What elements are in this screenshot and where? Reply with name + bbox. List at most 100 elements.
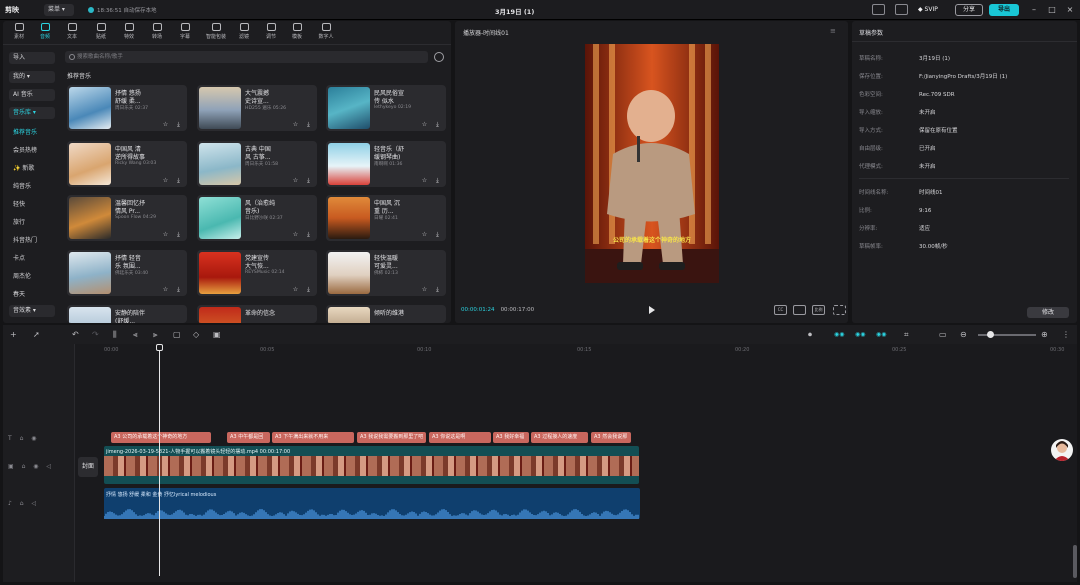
download-icon[interactable]: ⤓: [305, 231, 312, 238]
favorite-icon[interactable]: ☆: [292, 231, 299, 238]
download-icon[interactable]: ⤓: [434, 177, 441, 184]
shortcut-icon[interactable]: [895, 4, 908, 15]
delete-icon[interactable]: ▢: [173, 330, 181, 339]
download-icon[interactable]: ⤓: [305, 121, 312, 128]
music-card[interactable]: 风（治愈纯 音乐) 日比野沙咲 02:37 ☆ ⤓: [197, 195, 317, 241]
favorite-icon[interactable]: ☆: [292, 286, 299, 293]
favorite-icon[interactable]: ☆: [421, 121, 428, 128]
tab-digital-human[interactable]: 数字人: [312, 23, 340, 40]
svip-badge[interactable]: ◆ SVIP: [918, 4, 938, 16]
music-card[interactable]: 抒情 悠扬 舒缓 柔... 周日乐夫 02:37 ☆ ⤓: [67, 85, 187, 131]
maximize-icon[interactable]: □: [1046, 4, 1058, 16]
caption-icon[interactable]: ▭: [939, 330, 947, 339]
sidebar-ai-music[interactable]: AI 音乐: [9, 89, 55, 101]
split-left-icon[interactable]: ⫷: [133, 330, 138, 339]
cc-button[interactable]: CC: [774, 305, 787, 315]
tab-transition[interactable]: 转场: [145, 23, 169, 40]
sidebar-import[interactable]: 导入: [9, 52, 55, 64]
zoom-in-icon[interactable]: ⊕: [1041, 330, 1048, 339]
ratio-button[interactable]: 比例: [812, 305, 825, 315]
tts-clip[interactable]: A3 我好幸福: [493, 432, 529, 443]
music-card[interactable]: 轻音乐（舒 缓钢琴曲) 南啊啊 01:36 ☆ ⤓: [326, 141, 446, 187]
download-icon[interactable]: ⤓: [175, 121, 182, 128]
sidebar-item-beat[interactable]: 卡点: [13, 253, 25, 262]
music-card[interactable]: 中国风 沉重 历... 日曜 02:41 ☆ ⤓: [326, 195, 446, 241]
modify-button[interactable]: 修改: [1027, 307, 1069, 318]
sidebar-item-douyin-hot[interactable]: 抖音热门: [13, 235, 37, 244]
timeline-scrollbar[interactable]: [1073, 545, 1077, 578]
sidebar-item-vip-hot[interactable]: 会员热榜: [13, 145, 37, 154]
menu-button[interactable]: 菜单 ▾: [44, 4, 74, 16]
favorite-icon[interactable]: ☆: [162, 231, 169, 238]
cover-button[interactable]: 封面: [78, 457, 98, 477]
music-card[interactable]: 抒情 轻音乐 氛围... 佛廷乐夫 03:40 ☆ ⤓: [67, 250, 187, 296]
tts-clip[interactable]: A3 中午都是回: [227, 432, 270, 443]
favorite-icon[interactable]: ☆: [162, 121, 169, 128]
download-icon[interactable]: ⤓: [175, 286, 182, 293]
filter-icon[interactable]: [434, 52, 444, 62]
tts-clip[interactable]: A3 下午满出来就不用来: [272, 432, 354, 443]
mark-icon[interactable]: ◇: [193, 330, 199, 339]
download-icon[interactable]: ⤓: [175, 177, 182, 184]
zoom-out-icon[interactable]: ⊖: [960, 330, 967, 339]
tts-clip[interactable]: A3 公司的承载着这个神奇的地方: [111, 432, 211, 443]
sidebar-item-recommended[interactable]: 推荐音乐: [13, 127, 37, 136]
tts-clip[interactable]: A3 我说我需要搬到那里了吧: [357, 432, 426, 443]
tab-sticker[interactable]: 贴纸: [89, 23, 113, 40]
split-right-icon[interactable]: ⫸: [153, 330, 158, 339]
favorite-icon[interactable]: ☆: [421, 231, 428, 238]
redo-icon[interactable]: ↷: [92, 330, 99, 339]
tab-effects[interactable]: 特效: [117, 23, 141, 40]
tab-filters[interactable]: 滤镜: [232, 23, 256, 40]
music-card[interactable]: 中国风 清逆所得故事 Ricky Wang 03:03 ☆ ⤓: [67, 141, 187, 187]
select-tool-icon[interactable]: ➚: [33, 330, 40, 339]
add-track-icon[interactable]: +: [10, 330, 17, 339]
tts-track-controls[interactable]: T ⌂ ◉: [8, 435, 40, 442]
expand-icon[interactable]: [833, 305, 846, 315]
music-card[interactable]: 轻快温暖 可爱灵... 佛柿 02:13 ☆ ⤓: [326, 250, 446, 296]
tab-audio[interactable]: 音频: [33, 23, 57, 40]
menu-icon[interactable]: ≡: [830, 27, 836, 35]
sidebar-item-jay[interactable]: 周杰伦: [13, 271, 31, 280]
fullscreen-icon[interactable]: [793, 305, 806, 315]
favorite-icon[interactable]: ☆: [421, 286, 428, 293]
download-icon[interactable]: ⤓: [305, 177, 312, 184]
sidebar-item-spring[interactable]: 春天: [13, 289, 25, 298]
tab-smart-pack[interactable]: 智能包装: [201, 23, 231, 40]
playhead[interactable]: [159, 346, 160, 576]
sidebar-music-library[interactable]: 音乐库 ▾: [9, 107, 55, 119]
play-icon[interactable]: [649, 306, 655, 314]
favorite-icon[interactable]: ☆: [162, 286, 169, 293]
sidebar-item-light[interactable]: 轻快: [13, 199, 25, 208]
layout-icon[interactable]: [872, 4, 885, 15]
tab-text[interactable]: 文本: [60, 23, 84, 40]
export-button[interactable]: 导出: [989, 4, 1019, 16]
favorite-icon[interactable]: ☆: [292, 121, 299, 128]
snap-icon[interactable]: ◉◉: [876, 330, 886, 339]
split-icon[interactable]: ⫼: [113, 330, 117, 339]
microphone-icon[interactable]: ⏺: [808, 330, 812, 339]
playhead-handle[interactable]: [156, 344, 163, 351]
video-preview[interactable]: 公司的承载着这个神奇的地方: [585, 44, 719, 283]
tts-clip[interactable]: A3 你说这是啊: [429, 432, 491, 443]
sidebar-mine[interactable]: 我的 ▾: [9, 71, 55, 83]
favorite-icon[interactable]: ☆: [292, 177, 299, 184]
music-card[interactable]: 民风民俗宣传 似水 lethykeyo 02:19 ☆ ⤓: [326, 85, 446, 131]
download-icon[interactable]: ⤓: [434, 286, 441, 293]
zoom-slider-knob[interactable]: [987, 331, 994, 338]
tab-media[interactable]: 素材: [7, 23, 31, 40]
search-input[interactable]: 搜索歌曲名称/歌手: [65, 51, 428, 63]
sidebar-item-pure[interactable]: 纯音乐: [13, 181, 31, 190]
minimize-icon[interactable]: –: [1028, 4, 1040, 16]
music-card[interactable]: 倾听的维港: [326, 305, 446, 323]
music-card[interactable]: 大气震撼 史诗宣... HD255 遍乐 05:26 ☆ ⤓: [197, 85, 317, 131]
avatar[interactable]: [1051, 439, 1073, 461]
music-card[interactable]: 安静的陪伴 (舒缓...: [67, 305, 187, 323]
link-audio-icon[interactable]: ◉◉: [855, 330, 865, 339]
sidebar-item-new[interactable]: ✨ 新歌: [13, 163, 34, 172]
preview-axis-icon[interactable]: ⌗: [904, 330, 909, 339]
tab-adjust[interactable]: 调节: [259, 23, 283, 40]
tts-clip[interactable]: A3 过程接人的速度: [531, 432, 588, 443]
sidebar-sound-effects[interactable]: 音效素 ▾: [9, 305, 55, 317]
tab-captions[interactable]: 字幕: [173, 23, 197, 40]
